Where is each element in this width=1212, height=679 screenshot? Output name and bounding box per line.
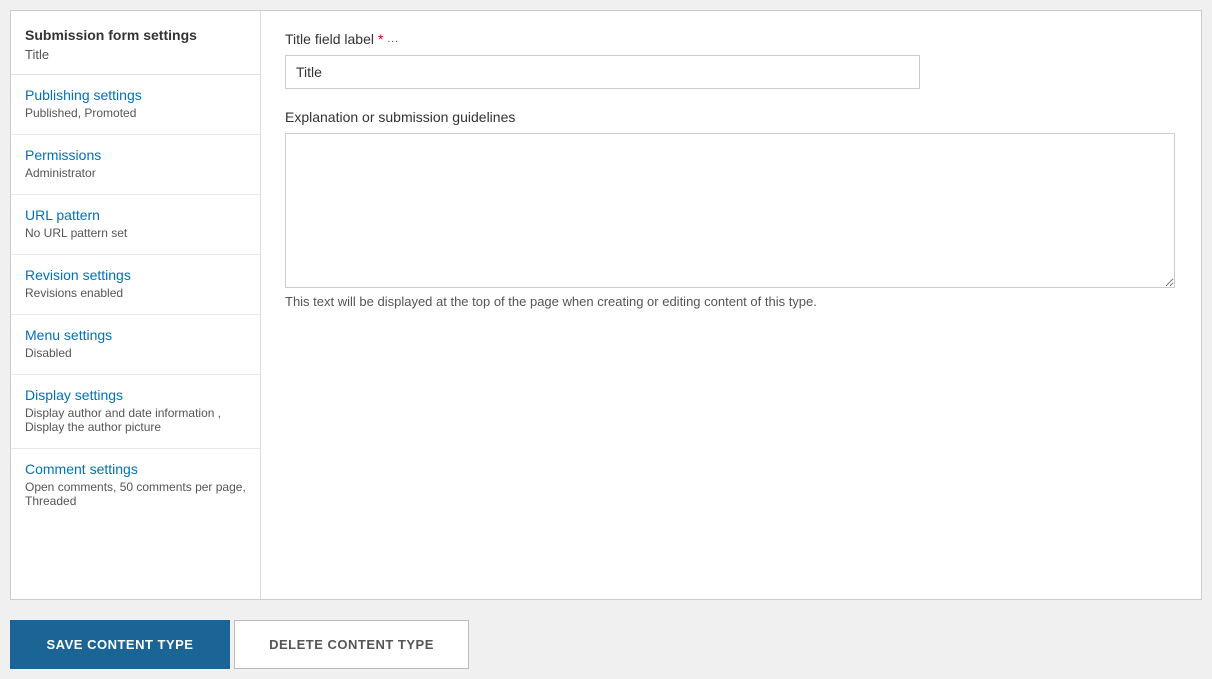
sidebar-item-desc-url: No URL pattern set [25, 226, 246, 250]
sidebar-item-desc-comment: Open comments, 50 comments per page, Thr… [25, 480, 246, 518]
sidebar-item-display-settings[interactable]: Display settings Display author and date… [11, 375, 260, 449]
sidebar-item-permissions[interactable]: Permissions Administrator [11, 135, 260, 195]
form-area: Title field label * ... Explanation or s… [261, 11, 1201, 599]
footer-buttons: SAVE CONTENT TYPE DELETE CONTENT TYPE [0, 610, 1212, 679]
field-hint-text: This text will be displayed at the top o… [285, 294, 1177, 309]
sidebar-item-title-display[interactable]: Display settings [25, 387, 246, 403]
sidebar-item-title-comment[interactable]: Comment settings [25, 461, 246, 477]
sidebar-item-title-menu[interactable]: Menu settings [25, 327, 246, 343]
sidebar-item-title-revision[interactable]: Revision settings [25, 267, 246, 283]
title-field-label-text: Title field label [285, 31, 374, 47]
title-field-label: Title field label * ... [285, 31, 1177, 47]
save-content-type-button[interactable]: SAVE CONTENT TYPE [10, 620, 230, 669]
sidebar-item-comment-settings[interactable]: Comment settings Open comments, 50 comme… [11, 449, 260, 522]
sidebar-item-desc-publishing: Published, Promoted [25, 106, 246, 130]
content-card: Submission form settings Title Publishin… [10, 10, 1202, 600]
required-star-icon: * [378, 31, 383, 47]
explanation-textarea[interactable] [285, 133, 1175, 288]
title-field-group: Title field label * ... [285, 31, 1177, 89]
page-wrapper: Submission form settings Title Publishin… [0, 0, 1212, 679]
sidebar-item-desc-permissions: Administrator [25, 166, 246, 190]
sidebar-subtitle: Title [11, 47, 260, 75]
delete-content-type-button[interactable]: DELETE CONTENT TYPE [234, 620, 469, 669]
explanation-label: Explanation or submission guidelines [285, 109, 1177, 125]
sidebar-item-url-pattern[interactable]: URL pattern No URL pattern set [11, 195, 260, 255]
sidebar-item-title-url[interactable]: URL pattern [25, 207, 246, 223]
sidebar-item-title-permissions[interactable]: Permissions [25, 147, 246, 163]
sidebar-item-publishing-settings[interactable]: Publishing settings Published, Promoted [11, 75, 260, 135]
sidebar-item-menu-settings[interactable]: Menu settings Disabled [11, 315, 260, 375]
sidebar-item-desc-display: Display author and date information , Di… [25, 406, 246, 444]
sidebar-item-title-publishing[interactable]: Publishing settings [25, 87, 246, 103]
sidebar-header: Submission form settings [11, 11, 260, 47]
sidebar: Submission form settings Title Publishin… [11, 11, 261, 599]
sidebar-item-revision-settings[interactable]: Revision settings Revisions enabled [11, 255, 260, 315]
sidebar-item-desc-revision: Revisions enabled [25, 286, 246, 310]
main-content: Submission form settings Title Publishin… [0, 0, 1212, 610]
explanation-field-group: Explanation or submission guidelines Thi… [285, 109, 1177, 309]
title-field-input[interactable] [285, 55, 920, 89]
sidebar-item-desc-menu: Disabled [25, 346, 246, 370]
required-dots: ... [387, 34, 398, 45]
